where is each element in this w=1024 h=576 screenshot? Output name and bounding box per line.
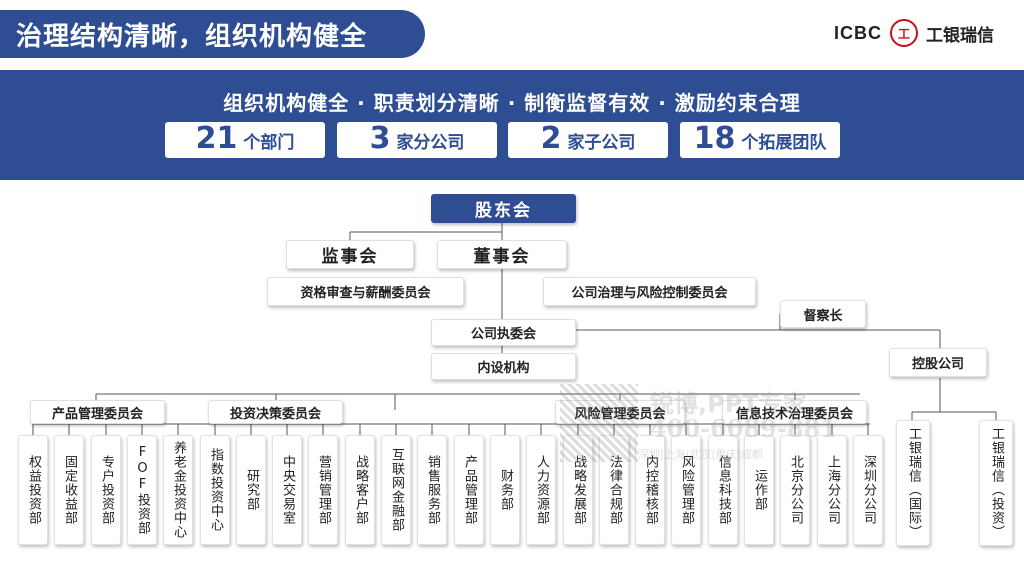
department-box: 北京分公司 — [780, 435, 810, 545]
department-box: 权益投资部 — [18, 435, 48, 545]
department-box: 战略发展部 — [563, 435, 593, 545]
department-box: 养老金投资中心 — [163, 435, 193, 545]
department-box: 专户投资部 — [91, 435, 121, 545]
department-box: 内控稽核部 — [635, 435, 665, 545]
group-risk-management-committee: 风险管理委员会 — [555, 400, 685, 424]
department-box: 中央交易室 — [272, 435, 302, 545]
department-box: 运作部 — [744, 435, 774, 545]
node-shareholders-meeting: 股东会 — [431, 194, 576, 223]
department-box: 深圳分公司 — [853, 435, 883, 545]
department-box: 固定收益部 — [54, 435, 84, 545]
group-product-management-committee: 产品管理委员会 — [30, 400, 165, 424]
node-internal-departments: 内设机构 — [431, 353, 576, 380]
department-box: 销售服务部 — [417, 435, 447, 545]
node-holding-companies: 控股公司 — [889, 348, 987, 377]
department-box: 人力资源部 — [526, 435, 556, 545]
department-box: 互联网金融部 — [381, 435, 411, 545]
department-box: 信息科技部 — [708, 435, 738, 545]
department-box: 法律合规部 — [599, 435, 629, 545]
subsidiary-investment: 工银瑞信（投资） — [979, 420, 1013, 546]
department-box: FOF投资部 — [127, 435, 157, 545]
department-box: 财务部 — [490, 435, 520, 545]
node-qualification-compensation-committee: 资格审查与薪酬委员会 — [267, 277, 464, 306]
node-board-of-supervisors: 监事会 — [286, 240, 414, 269]
department-box: 营销管理部 — [308, 435, 338, 545]
node-governance-risk-committee: 公司治理与风险控制委员会 — [543, 277, 756, 306]
department-box: 研究部 — [236, 435, 266, 545]
subsidiary-international: 工银瑞信（国际） — [896, 420, 930, 546]
department-box: 上海分公司 — [817, 435, 847, 545]
group-it-governance-committee: 信息技术治理委员会 — [722, 400, 867, 424]
department-box: 指数投资中心 — [200, 435, 230, 545]
node-chief-inspector: 督察长 — [780, 300, 866, 328]
department-box: 风险管理部 — [671, 435, 701, 545]
node-executive-committee: 公司执委会 — [431, 319, 576, 346]
node-board-of-directors: 董事会 — [437, 240, 567, 269]
department-box: 战略客户部 — [345, 435, 375, 545]
group-investment-decision-committee: 投资决策委员会 — [208, 400, 343, 424]
department-box: 产品管理部 — [454, 435, 484, 545]
